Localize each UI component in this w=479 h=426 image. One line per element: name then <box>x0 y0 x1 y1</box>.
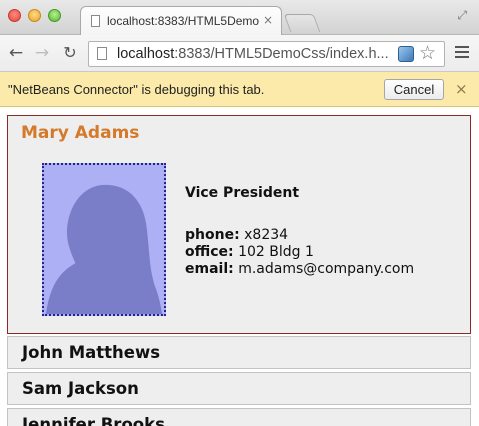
back-button[interactable]: ← <box>6 43 26 63</box>
window-maximize-icon[interactable] <box>48 9 61 22</box>
arrow-right-icon: → <box>34 43 50 63</box>
contact-card-collapsed[interactable]: John Matthews <box>7 336 471 369</box>
infobar-message: "NetBeans Connector" is debugging this t… <box>8 82 265 97</box>
tab-title: localhost:8383/HTML5DemoCss/index.h… <box>107 14 259 28</box>
address-bar[interactable]: localhost:8383/HTML5DemoCss/index.h... ☆ <box>88 41 445 67</box>
contact-photo <box>42 163 166 316</box>
phone-value: x8234 <box>244 227 289 243</box>
browser-tab[interactable]: localhost:8383/HTML5DemoCss/index.h… × <box>80 6 282 36</box>
contact-name: Jennifer Brooks <box>22 415 165 426</box>
contact-card-collapsed[interactable]: Jennifer Brooks <box>7 408 471 426</box>
tab-close-icon[interactable]: × <box>263 13 273 27</box>
reload-icon: ↻ <box>63 43 77 62</box>
infobar-close-icon[interactable]: × <box>455 80 468 98</box>
contact-name: John Matthews <box>22 343 161 362</box>
address-host: localhost <box>117 46 175 62</box>
hamburger-menu-icon[interactable] <box>455 46 469 59</box>
contact-name: Sam Jackson <box>22 379 139 398</box>
debug-infobar: "NetBeans Connector" is debugging this t… <box>0 72 479 107</box>
star-icon[interactable]: ☆ <box>419 42 436 64</box>
extension-cube-icon[interactable] <box>398 46 414 62</box>
contact-card-collapsed[interactable]: Sam Jackson <box>7 372 471 405</box>
forward-button[interactable]: → <box>32 43 52 63</box>
phone-label: phone: <box>185 227 240 243</box>
contact-email: email: m.adams@company.com <box>185 261 414 278</box>
tab-strip: localhost:8383/HTML5DemoCss/index.h… × ⤢ <box>0 0 479 36</box>
person-silhouette-icon <box>46 184 162 314</box>
email-value: m.adams@company.com <box>238 261 415 277</box>
window-close-icon[interactable] <box>8 9 21 22</box>
office-label: office: <box>185 244 234 260</box>
browser-window: localhost:8383/HTML5DemoCss/index.h… × ⤢… <box>0 0 479 426</box>
reload-button[interactable]: ↻ <box>60 43 80 63</box>
contact-name[interactable]: Mary Adams <box>21 123 139 143</box>
new-tab-button[interactable] <box>283 14 321 32</box>
window-minimize-icon[interactable] <box>28 9 41 22</box>
address-path: :8383/HTML5DemoCss/index.h... <box>174 46 389 62</box>
fullscreen-icon[interactable]: ⤢ <box>457 8 467 22</box>
contact-office: office: 102 Bldg 1 <box>185 244 314 261</box>
page-icon <box>97 47 107 60</box>
arrow-left-icon: ← <box>8 43 24 63</box>
page-icon <box>91 15 100 27</box>
contact-phone: phone: x8234 <box>185 227 288 244</box>
address-text[interactable]: localhost:8383/HTML5DemoCss/index.h... <box>117 46 395 63</box>
contact-card-expanded[interactable]: Mary Adams Vice President phone: x8234 o… <box>7 115 471 334</box>
email-label: email: <box>185 261 234 277</box>
page-content: Mary Adams Vice President phone: x8234 o… <box>0 107 479 426</box>
browser-toolbar: ← → ↻ localhost:8383/HTML5DemoCss/index.… <box>0 35 479 72</box>
contact-title: Vice President <box>185 185 300 201</box>
office-value: 102 Bldg 1 <box>238 244 314 260</box>
cancel-button[interactable]: Cancel <box>384 79 444 100</box>
